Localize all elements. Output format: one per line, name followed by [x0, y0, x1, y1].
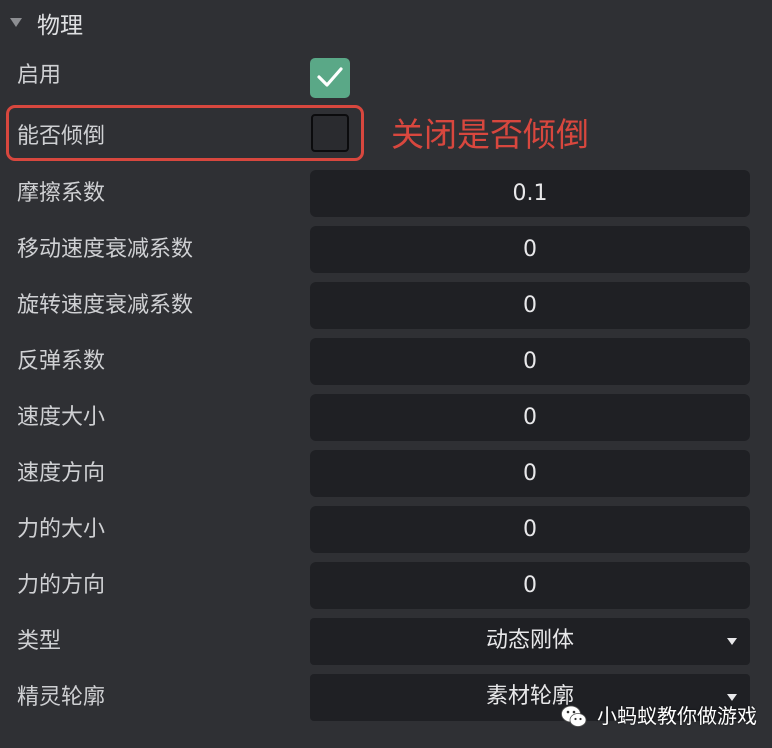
body-type-selected: 动态刚体	[485, 628, 574, 653]
caret-down-icon	[727, 638, 737, 645]
property-row-angular-damping: 旋转速度衰减系数	[0, 282, 772, 330]
body-type-label: 类型	[17, 629, 62, 654]
checkmark-icon	[317, 67, 343, 87]
section-title: 物理	[37, 13, 83, 39]
speed-direction-input[interactable]	[310, 450, 750, 497]
property-row-restitution: 反弹系数	[0, 338, 772, 386]
speed-magnitude-input[interactable]	[310, 394, 750, 441]
linear-damping-input[interactable]	[310, 226, 750, 273]
property-row-body-type: 类型 动态刚体	[0, 618, 772, 666]
physics-section-header[interactable]: 物理	[0, 0, 772, 52]
property-row-linear-damping: 移动速度衰减系数	[0, 226, 772, 274]
annotation-text: 关闭是否倾倒	[391, 115, 589, 154]
force-magnitude-label: 力的大小	[17, 517, 106, 542]
property-row-speed-magnitude: 速度大小	[0, 394, 772, 442]
friction-input[interactable]	[310, 170, 750, 217]
property-row-enabled: 启用	[0, 52, 772, 100]
linear-damping-label: 移动速度衰减系数	[17, 237, 194, 262]
angular-damping-label: 旋转速度衰减系数	[17, 293, 194, 318]
force-direction-label: 力的方向	[17, 573, 106, 598]
restitution-label: 反弹系数	[17, 349, 106, 374]
enabled-label: 启用	[17, 63, 62, 88]
sprite-outline-label: 精灵轮廓	[17, 685, 106, 710]
property-row-friction: 摩擦系数	[0, 170, 772, 218]
highlight-box	[6, 105, 364, 161]
property-row-force-magnitude: 力的大小	[0, 506, 772, 554]
speed-direction-label: 速度方向	[17, 461, 106, 486]
wechat-icon	[561, 705, 587, 727]
watermark: 小蚂蚁教你做游戏	[560, 699, 760, 735]
property-row-force-direction: 力的方向	[0, 562, 772, 610]
enabled-checkbox[interactable]	[310, 58, 350, 98]
force-direction-input[interactable]	[310, 562, 750, 609]
angular-damping-input[interactable]	[310, 282, 750, 329]
restitution-input[interactable]	[310, 338, 750, 385]
body-type-select[interactable]: 动态刚体	[310, 618, 750, 665]
property-row-speed-direction: 速度方向	[0, 450, 772, 498]
triangle-down-icon[interactable]	[10, 18, 22, 27]
watermark-text: 小蚂蚁教你做游戏	[597, 704, 757, 728]
speed-magnitude-label: 速度大小	[17, 405, 106, 430]
friction-label: 摩擦系数	[17, 181, 106, 206]
force-magnitude-input[interactable]	[310, 506, 750, 553]
